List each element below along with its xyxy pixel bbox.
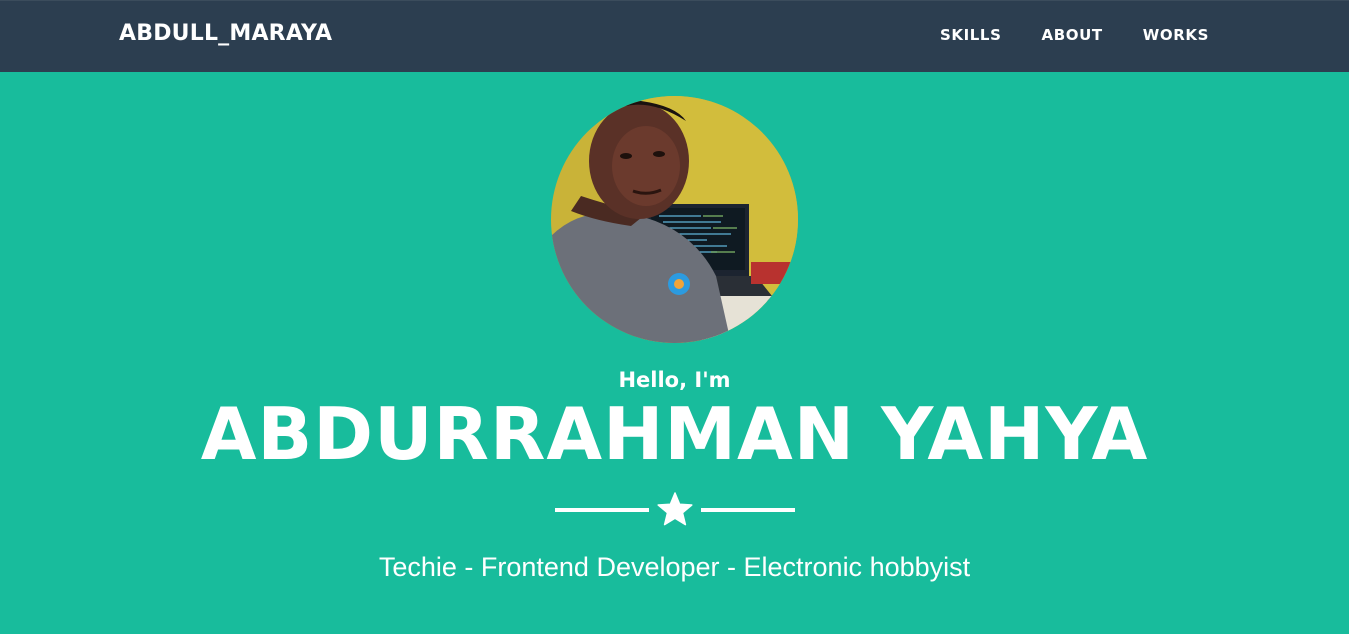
nav-link-works[interactable]: WORKS xyxy=(1143,26,1209,44)
nav-link-skills[interactable]: SKILLS xyxy=(940,26,1002,44)
star-divider xyxy=(555,492,795,528)
star-icon xyxy=(657,492,693,526)
brand-link[interactable]: ABDULL_MARAYA xyxy=(119,21,332,46)
hero-section: Hello, I'm ABDURRAHMAN YAHYA Techie - Fr… xyxy=(0,72,1349,634)
hero-tagline: Techie - Frontend Developer - Electronic… xyxy=(378,552,971,582)
nav-links: SKILLS ABOUT WORKS xyxy=(940,26,1209,44)
hero-greeting: Hello, I'm xyxy=(618,368,731,392)
divider-line-left xyxy=(555,508,649,512)
hero-name: ABDURRAHMAN YAHYA xyxy=(200,392,1149,476)
navbar: ABDULL_MARAYA SKILLS ABOUT WORKS xyxy=(0,0,1349,72)
nav-link-about[interactable]: ABOUT xyxy=(1042,26,1103,44)
profile-avatar xyxy=(551,96,798,343)
profile-photo-illustration xyxy=(551,96,798,343)
divider-line-right xyxy=(701,508,795,512)
